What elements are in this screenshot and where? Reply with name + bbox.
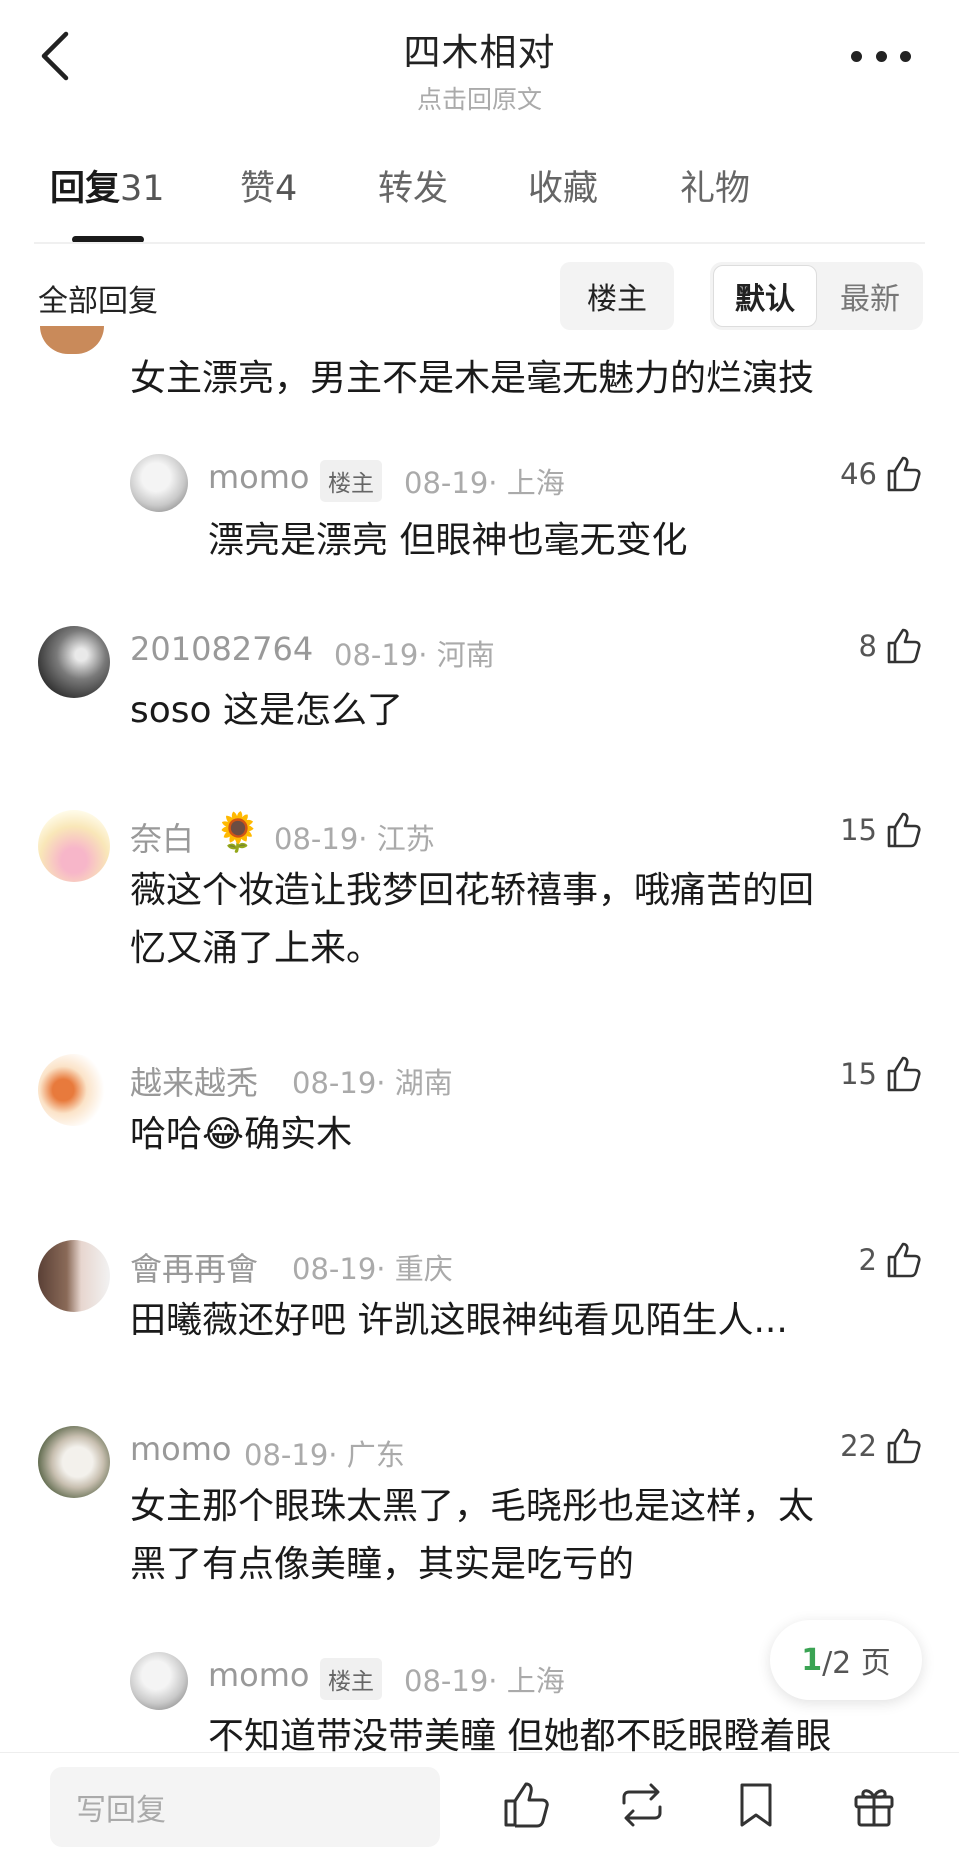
username[interactable]: 會再再會	[130, 1244, 258, 1290]
thumbs-up-icon	[887, 1428, 921, 1464]
tab-count: 31	[120, 169, 165, 209]
tab-gifts[interactable]: 礼物	[680, 160, 750, 211]
avatar[interactable]	[38, 626, 110, 698]
tab-label: 赞	[240, 169, 276, 209]
like-button[interactable]: 15	[840, 1054, 923, 1094]
comment-text-line: 黑了有点像美瞳，其实是吃亏的	[130, 1544, 635, 1585]
like-button[interactable]: 15	[840, 810, 923, 850]
like-button[interactable]: 46	[840, 454, 923, 494]
thumbs-up-icon	[887, 1242, 921, 1278]
comment-text: 女主漂亮，男主不是木是毫无魅力的烂演技	[130, 358, 815, 399]
avatar[interactable]	[130, 454, 188, 512]
title-block[interactable]: 四木相对 点击回原文	[0, 22, 959, 116]
thumbs-up-icon[interactable]	[500, 1779, 552, 1831]
repost-icon[interactable]	[616, 1779, 668, 1831]
tab-reposts[interactable]: 转发	[378, 160, 448, 211]
comment-text-line: 女主那个眼珠太黑了，毛晓彤也是这样，太	[130, 1486, 815, 1527]
comment-meta: 08-19· 河南	[334, 638, 495, 672]
thumbs-up-icon	[887, 456, 921, 492]
comment-meta: 08-19· 上海	[404, 466, 565, 500]
comment-meta: 08-19· 湖南	[292, 1066, 453, 1100]
sort-toggle: 默认 最新	[710, 262, 923, 330]
tab-replies[interactable]: 回复31	[50, 160, 165, 211]
thumbs-up-icon	[887, 628, 921, 664]
comment-text-line: 薇这个妆造让我梦回花轿禧事，哦痛苦的回	[130, 870, 815, 911]
avatar[interactable]	[38, 1426, 110, 1498]
tab-favorites[interactable]: 收藏	[528, 160, 598, 211]
gift-icon[interactable]	[848, 1779, 900, 1831]
owner-only-button[interactable]: 楼主	[560, 262, 674, 330]
comment-text: 田曦薇还好吧 许凯这眼神纯看见陌生人...	[130, 1300, 788, 1341]
avatar[interactable]	[40, 326, 104, 354]
thumbs-up-icon	[887, 1056, 921, 1092]
more-icon[interactable]	[851, 48, 911, 64]
reply-input[interactable]: 写回复	[50, 1767, 440, 1847]
thumbs-up-icon	[887, 812, 921, 848]
like-button[interactable]: 2	[859, 1240, 923, 1280]
sunflower-badge-icon: 🌻	[214, 810, 262, 854]
sort-latest-button[interactable]: 最新	[820, 265, 920, 327]
like-count: 46	[840, 457, 877, 491]
avatar[interactable]	[38, 810, 110, 882]
comment-meta: 08-19· 上海	[404, 1664, 565, 1698]
owner-badge: 楼主	[320, 460, 382, 502]
username[interactable]: 越来越秃	[130, 1058, 258, 1104]
bookmark-icon[interactable]	[730, 1779, 782, 1831]
tab-bar: 回复31 赞4 转发 收藏 礼物	[0, 160, 959, 244]
owner-badge: 楼主	[320, 1658, 382, 1700]
avatar[interactable]	[130, 1652, 188, 1710]
comment-text-part: 哈哈	[130, 1114, 203, 1155]
like-button[interactable]: 22	[840, 1426, 923, 1466]
like-count: 2	[858, 1243, 877, 1277]
comment-text: 哈哈😂确实木	[130, 1106, 352, 1164]
comment-meta: 08-19· 广东	[244, 1438, 405, 1472]
page-indicator[interactable]: 1/2 页	[770, 1620, 922, 1700]
avatar[interactable]	[38, 1054, 110, 1126]
bottom-bar: 写回复	[0, 1752, 959, 1850]
tab-likes[interactable]: 赞4	[240, 160, 297, 211]
comment-text: 漂亮是漂亮 但眼神也毫无变化	[208, 520, 688, 561]
comment-meta: 08-19· 江苏	[274, 822, 435, 856]
divider	[34, 242, 925, 244]
avatar[interactable]	[38, 1240, 110, 1312]
username[interactable]: momo	[208, 458, 310, 496]
current-page: 1	[801, 1642, 823, 1678]
all-replies-label: 全部回复	[38, 284, 158, 319]
back-to-post-link[interactable]: 点击回原文	[0, 80, 959, 116]
tab-count: 4	[275, 169, 298, 209]
sort-default-button[interactable]: 默认	[713, 265, 817, 327]
page-title: 四木相对	[403, 31, 556, 74]
username[interactable]: momo	[130, 1430, 232, 1468]
comment-text-line: 忆又涌了上来。	[130, 928, 383, 969]
comment-text: soso 这是怎么了	[130, 690, 404, 731]
username[interactable]: 201082764	[130, 630, 313, 668]
tab-label: 回复	[50, 169, 121, 209]
like-count: 15	[840, 1057, 877, 1091]
like-count: 8	[858, 629, 877, 663]
like-count: 22	[840, 1429, 877, 1463]
comment-meta: 08-19· 重庆	[292, 1252, 453, 1286]
like-button[interactable]: 8	[859, 626, 923, 666]
like-count: 15	[840, 813, 877, 847]
username[interactable]: 奈白	[130, 814, 194, 860]
top-bar: 四木相对 点击回原文	[0, 0, 959, 114]
username[interactable]: momo	[208, 1656, 310, 1694]
total-pages: /2 页	[822, 1646, 891, 1681]
laughing-emoji-icon: 😂	[202, 1114, 245, 1155]
comment-text-part: 确实木	[244, 1114, 353, 1155]
